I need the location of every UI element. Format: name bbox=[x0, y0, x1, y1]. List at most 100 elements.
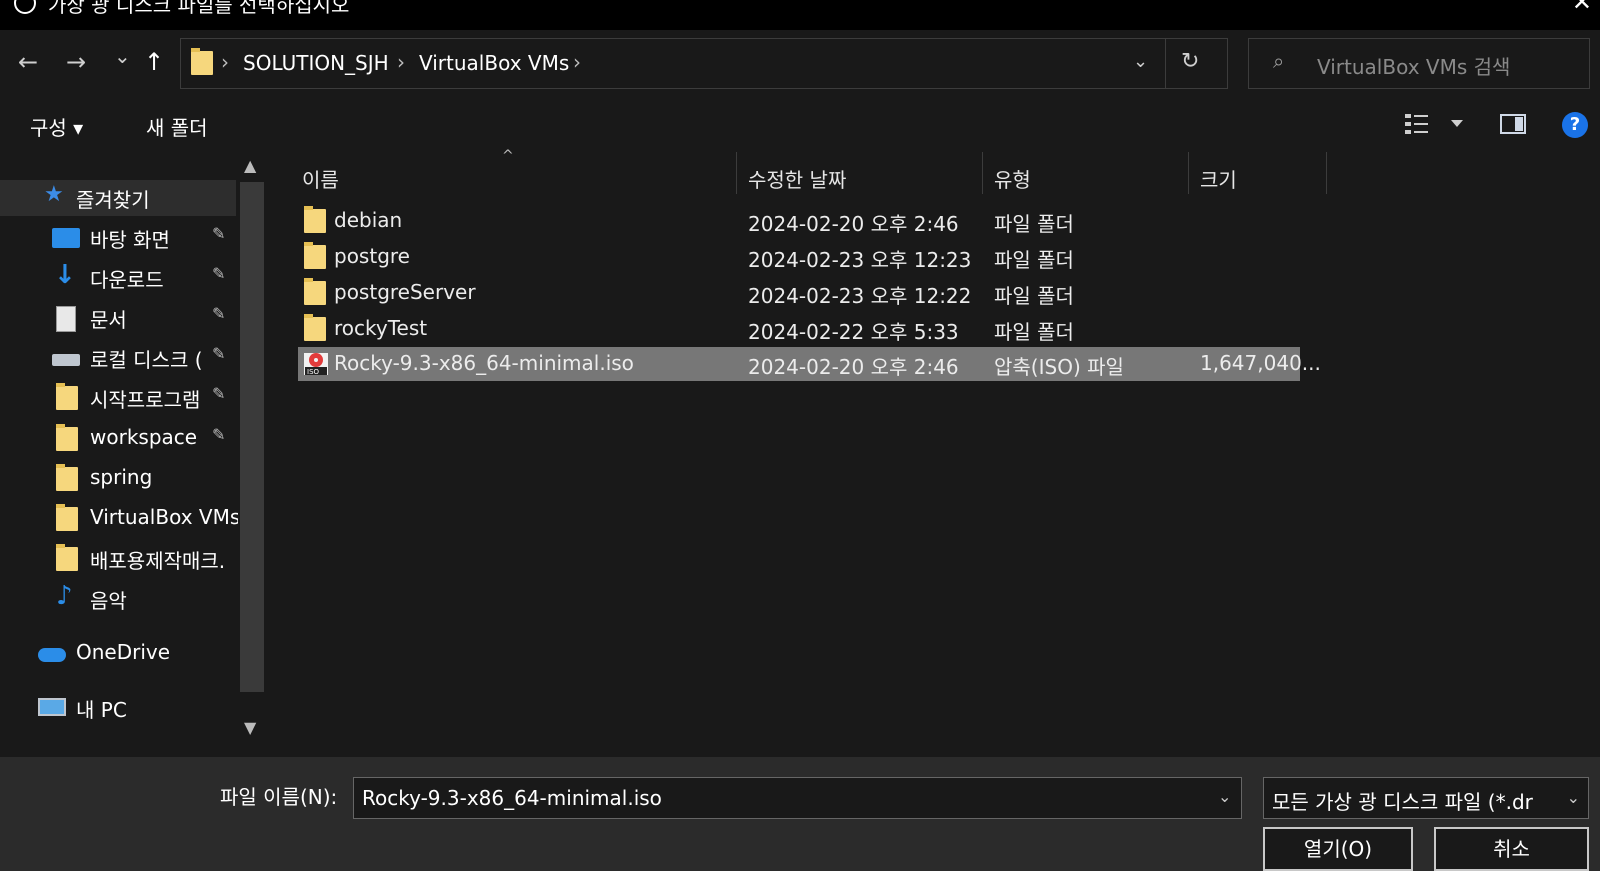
divider bbox=[1165, 39, 1166, 88]
sidebar-item-this-pc[interactable]: 내 PC bbox=[0, 690, 236, 726]
scrollbar-thumb[interactable] bbox=[240, 182, 264, 692]
folder-icon bbox=[304, 242, 326, 269]
back-button[interactable]: ← bbox=[18, 48, 38, 76]
sidebar-item-desktop[interactable]: 바탕 화면 ✎ bbox=[0, 220, 236, 256]
file-type: 파일 폴더 bbox=[994, 248, 1074, 272]
search-box[interactable]: ⌕ VirtualBox VMs 검색 bbox=[1248, 38, 1590, 89]
virtualbox-icon bbox=[14, 0, 36, 14]
sidebar-item-local-disk[interactable]: 로컬 디스크 ( ✎ bbox=[0, 340, 236, 376]
sidebar-item-label: 로컬 디스크 ( bbox=[90, 348, 203, 372]
sidebar-item-distribution-macro[interactable]: 배포용제작매크. bbox=[0, 541, 236, 577]
view-options-icon[interactable] bbox=[1405, 112, 1465, 136]
file-row[interactable]: debian 2024-02-20 오후 2:46 파일 폴더 bbox=[298, 204, 1300, 238]
address-dropdown-icon[interactable]: ⌄ bbox=[1133, 51, 1148, 72]
refresh-button[interactable]: ↻ bbox=[1181, 49, 1199, 74]
address-bar[interactable]: › SOLUTION_SJH › VirtualBox VMs › ⌄ ↻ bbox=[180, 38, 1228, 89]
column-divider[interactable] bbox=[1326, 152, 1327, 194]
pin-icon: ✎ bbox=[212, 384, 226, 403]
chevron-down-icon[interactable]: ⌄ bbox=[1218, 787, 1231, 806]
column-header-name[interactable]: 이름 bbox=[302, 164, 339, 193]
new-folder-button[interactable]: 새 폴더 bbox=[146, 112, 208, 141]
file-name: Rocky-9.3-x86_64-minimal.iso bbox=[334, 351, 634, 375]
breadcrumb-solution-sjh[interactable]: SOLUTION_SJH bbox=[243, 51, 389, 75]
sidebar-item-startup[interactable]: 시작프로그램 ✎ bbox=[0, 380, 236, 416]
column-header-type[interactable]: 유형 bbox=[994, 164, 1031, 193]
column-header-modified[interactable]: 수정한 날짜 bbox=[748, 164, 846, 193]
file-modified: 2024-02-22 오후 5:33 bbox=[748, 320, 959, 344]
file-name: postgre bbox=[334, 244, 410, 268]
folder-icon bbox=[304, 206, 326, 233]
iso-icon: ISO bbox=[302, 349, 330, 382]
folder-icon bbox=[56, 464, 78, 491]
close-icon[interactable]: ✕ bbox=[1572, 0, 1592, 16]
breadcrumb-separator: › bbox=[397, 50, 405, 74]
file-row[interactable]: postgre 2024-02-23 오후 12:23 파일 폴더 bbox=[298, 240, 1300, 274]
sidebar-item-downloads[interactable]: ↓ 다운로드 ✎ bbox=[0, 260, 236, 296]
download-icon: ↓ bbox=[54, 260, 76, 290]
svg-text:ISO: ISO bbox=[307, 368, 320, 376]
pin-icon: ✎ bbox=[212, 304, 226, 323]
file-type: 파일 폴더 bbox=[994, 284, 1074, 308]
organize-button[interactable]: 구성 ▾ bbox=[30, 112, 83, 141]
column-divider[interactable] bbox=[1188, 152, 1189, 194]
open-button[interactable]: 열기(O) bbox=[1263, 827, 1413, 871]
pin-icon: ✎ bbox=[212, 344, 226, 363]
filename-input[interactable] bbox=[353, 777, 1242, 819]
folder-icon bbox=[56, 504, 78, 531]
toolbar: 구성 ▾ 새 폴더 bbox=[0, 98, 1600, 152]
file-name: postgreServer bbox=[334, 280, 476, 304]
search-placeholder: VirtualBox VMs 검색 bbox=[1317, 55, 1511, 79]
scroll-up-icon[interactable]: ▲ bbox=[244, 156, 256, 175]
pin-icon: ✎ bbox=[212, 264, 226, 283]
file-type: 파일 폴더 bbox=[994, 212, 1074, 236]
sidebar-item-workspace[interactable]: workspace ✎ bbox=[0, 421, 236, 457]
help-icon[interactable]: ? bbox=[1562, 112, 1588, 138]
recent-locations-button[interactable]: ⌄ bbox=[114, 42, 131, 70]
file-name: debian bbox=[334, 208, 403, 232]
sidebar-item-spring[interactable]: spring bbox=[0, 461, 236, 497]
sidebar-item-label: 시작프로그램 bbox=[90, 388, 201, 412]
column-divider[interactable] bbox=[982, 152, 983, 194]
file-row[interactable]: rockyTest 2024-02-22 오후 5:33 파일 폴더 bbox=[298, 312, 1300, 346]
dialog-footer: 파일 이름(N): ⌄ 모든 가상 광 디스크 파일 (*.dr ⌄ 열기(O)… bbox=[0, 757, 1600, 871]
sidebar-item-label: workspace bbox=[90, 425, 198, 449]
sidebar-item-label: 배포용제작매크. bbox=[90, 549, 226, 573]
sidebar-item-music[interactable]: ♪ 음악 bbox=[0, 581, 236, 617]
breadcrumb-separator: › bbox=[573, 50, 581, 74]
pin-icon: ✎ bbox=[212, 224, 226, 243]
sidebar-item-onedrive[interactable]: OneDrive bbox=[0, 636, 236, 672]
star-icon: ★ bbox=[44, 182, 64, 207]
sidebar-item-label: 즐겨찾기 bbox=[76, 188, 150, 212]
breadcrumb-virtualbox-vms[interactable]: VirtualBox VMs bbox=[419, 51, 569, 75]
sidebar-item-label: 내 PC bbox=[76, 698, 127, 722]
file-name: rockyTest bbox=[334, 316, 428, 340]
pc-icon bbox=[38, 698, 66, 716]
sidebar-item-label: 바탕 화면 bbox=[90, 228, 170, 252]
folder-icon bbox=[56, 424, 78, 451]
sidebar-item-documents[interactable]: 문서 ✎ bbox=[0, 300, 236, 336]
sidebar-item-quick-access[interactable]: ★ 즐겨찾기 bbox=[0, 180, 236, 216]
document-icon bbox=[56, 306, 76, 332]
folder-icon bbox=[56, 383, 78, 410]
pin-icon: ✎ bbox=[212, 425, 226, 444]
folder-icon bbox=[56, 544, 78, 571]
column-divider[interactable] bbox=[736, 152, 737, 194]
sort-ascending-icon: ^ bbox=[502, 148, 514, 164]
sidebar-item-label: VirtualBox VMs bbox=[90, 505, 241, 529]
up-button[interactable]: ↑ bbox=[144, 48, 164, 76]
filetype-select[interactable]: 모든 가상 광 디스크 파일 (*.dr ⌄ bbox=[1263, 777, 1589, 819]
file-modified: 2024-02-23 오후 12:23 bbox=[748, 248, 972, 272]
folder-icon bbox=[304, 278, 326, 305]
sidebar-item-virtualbox-vms[interactable]: VirtualBox VMs bbox=[0, 501, 240, 537]
scroll-down-icon[interactable]: ▼ bbox=[244, 718, 256, 737]
cancel-button[interactable]: 취소 bbox=[1434, 827, 1589, 871]
preview-pane-icon[interactable] bbox=[1500, 114, 1526, 134]
forward-button[interactable]: → bbox=[66, 48, 86, 76]
cloud-icon bbox=[38, 648, 66, 662]
column-header-size[interactable]: 크기 bbox=[1200, 164, 1237, 193]
filename-label: 파일 이름(N): bbox=[220, 785, 338, 809]
file-row[interactable]: postgreServer 2024-02-23 오후 12:22 파일 폴더 bbox=[298, 276, 1300, 310]
file-row-selected[interactable]: ISO Rocky-9.3-x86_64-minimal.iso 2024-02… bbox=[298, 347, 1321, 382]
file-modified: 2024-02-20 오후 2:46 bbox=[748, 355, 959, 379]
sidebar-scrollbar[interactable]: ▲ ▼ bbox=[238, 152, 264, 757]
